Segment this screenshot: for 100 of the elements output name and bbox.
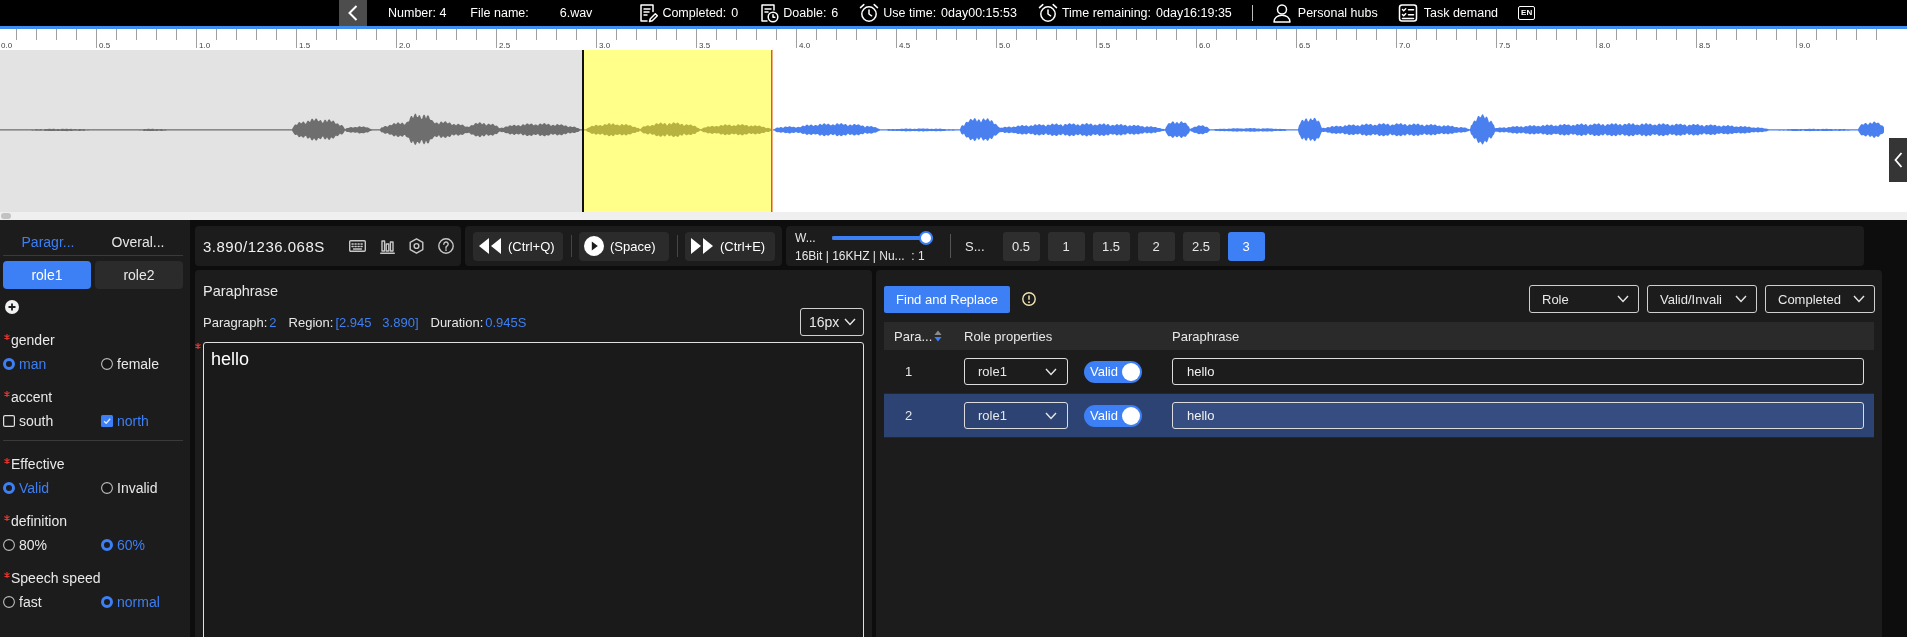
role-button[interactable]: role2 bbox=[95, 261, 183, 289]
keyboard-icon[interactable] bbox=[349, 240, 366, 252]
info-icon[interactable] bbox=[1022, 292, 1036, 306]
back-button[interactable] bbox=[339, 0, 367, 26]
chevron-left-icon bbox=[348, 5, 358, 21]
paraphrase-input[interactable]: hello bbox=[1172, 402, 1864, 429]
option-label[interactable]: 80% bbox=[3, 537, 48, 553]
speed-button[interactable]: 2 bbox=[1137, 231, 1175, 261]
stat-label: Time remaining: bbox=[1061, 6, 1152, 20]
fast-forward-icon bbox=[690, 237, 714, 255]
radio-button[interactable] bbox=[101, 358, 113, 370]
info-label: Paragraph: bbox=[203, 314, 268, 330]
document-pencil-icon bbox=[638, 3, 659, 23]
font-size-dropdown[interactable]: 16px bbox=[800, 308, 864, 336]
option-label[interactable]: Invalid bbox=[101, 480, 158, 496]
find-replace-button[interactable]: Find and Replace bbox=[884, 285, 1010, 313]
column-header[interactable]: Role properties bbox=[964, 328, 1053, 344]
horizontal-scrollbar[interactable] bbox=[0, 212, 1907, 220]
audio-info-text: 16Bit | 16KHZ | Nu... : 1 bbox=[795, 248, 926, 263]
chevron-left-icon bbox=[1893, 152, 1903, 168]
role-dropdown[interactable]: role1 bbox=[964, 402, 1068, 429]
speed-button[interactable]: 0.5 bbox=[1002, 231, 1040, 261]
speed-button[interactable]: 2.5 bbox=[1182, 231, 1220, 261]
option-label[interactable]: Valid bbox=[3, 480, 50, 496]
table-row[interactable]: 2 role1 Valid hello bbox=[884, 394, 1874, 438]
radio-button[interactable] bbox=[101, 482, 113, 494]
stat-label: Use time: bbox=[883, 6, 937, 20]
info-value: 0.945S bbox=[485, 314, 527, 330]
chevron-down-icon bbox=[1045, 367, 1057, 376]
option-label[interactable]: female bbox=[101, 356, 160, 372]
ruler-label: 2.0 bbox=[399, 41, 411, 50]
ruler-label: 8.5 bbox=[1699, 41, 1711, 50]
paragraph-number: 1 bbox=[905, 364, 913, 379]
option-label[interactable]: fast bbox=[3, 594, 42, 610]
chevron-down-icon bbox=[1045, 411, 1057, 420]
language-button[interactable]: EN bbox=[1518, 6, 1536, 20]
radio-button[interactable] bbox=[101, 596, 113, 608]
column-header[interactable]: Para... bbox=[894, 328, 933, 344]
ruler-label: 7.5 bbox=[1499, 41, 1511, 50]
filter-dropdown[interactable]: Valid/Invali bbox=[1647, 285, 1757, 313]
slider-thumb[interactable] bbox=[919, 230, 933, 245]
column-header[interactable]: Paraphrase bbox=[1172, 328, 1240, 344]
region-start-line[interactable] bbox=[582, 50, 584, 212]
radio-button[interactable] bbox=[3, 596, 15, 608]
checkbox[interactable] bbox=[101, 415, 113, 427]
valid-toggle[interactable]: Valid bbox=[1084, 404, 1142, 427]
ruler-label: 3.5 bbox=[699, 41, 711, 50]
ruler-label: 0.5 bbox=[99, 41, 111, 50]
collapse-button[interactable] bbox=[1889, 138, 1907, 182]
role-dropdown[interactable]: role1 bbox=[964, 358, 1068, 385]
field-label: accent bbox=[11, 388, 53, 407]
add-icon[interactable] bbox=[5, 300, 19, 314]
ruler-label: 4.5 bbox=[899, 41, 911, 50]
info-label: Region: bbox=[288, 314, 334, 330]
chevron-down-icon bbox=[844, 318, 856, 326]
filter-dropdown[interactable]: Role bbox=[1529, 285, 1639, 313]
settings-icon[interactable] bbox=[409, 238, 424, 254]
valid-toggle[interactable]: Valid bbox=[1084, 360, 1142, 383]
play-button[interactable]: (Space) bbox=[579, 231, 669, 261]
radio-button[interactable] bbox=[3, 482, 15, 494]
person-icon bbox=[1271, 3, 1292, 23]
bar-chart-icon[interactable] bbox=[380, 238, 395, 254]
ruler-label: 1.5 bbox=[299, 41, 311, 50]
slider-label: W... bbox=[795, 230, 817, 245]
option-label[interactable]: north bbox=[101, 413, 149, 429]
sort-icon[interactable] bbox=[934, 330, 943, 342]
scrollbar-thumb[interactable] bbox=[1, 213, 11, 219]
checkbox[interactable] bbox=[3, 415, 15, 427]
radio-button[interactable] bbox=[3, 539, 15, 551]
stat-value: 0 bbox=[731, 6, 739, 20]
speed-button[interactable]: 1.5 bbox=[1092, 231, 1130, 261]
field-label: Speech speed bbox=[11, 569, 101, 588]
speed-button[interactable]: 3 bbox=[1227, 231, 1265, 261]
stat-label: Completed: bbox=[662, 6, 727, 20]
info-value: 2 bbox=[269, 314, 277, 330]
rewind-button[interactable]: (Ctrl+Q) bbox=[473, 231, 563, 261]
text-area[interactable]: hello bbox=[203, 342, 864, 637]
task-link[interactable]: Task demand bbox=[1397, 3, 1499, 23]
option-label[interactable]: 60% bbox=[101, 537, 146, 553]
paraphrase-input[interactable]: hello bbox=[1172, 358, 1864, 385]
panel-tab[interactable]: Paragr... bbox=[3, 229, 93, 255]
role-button[interactable]: role1 bbox=[3, 261, 91, 289]
fast-forward-button[interactable]: (Ctrl+E) bbox=[685, 231, 775, 261]
panel-tab[interactable]: Overal... bbox=[93, 229, 183, 255]
radio-button[interactable] bbox=[101, 539, 113, 551]
profile-link[interactable]: Personal hubs bbox=[1271, 3, 1378, 23]
option-label[interactable]: man bbox=[3, 356, 47, 372]
ruler-label: 8.0 bbox=[1599, 41, 1611, 50]
chevron-down-icon bbox=[1853, 295, 1865, 303]
option-label[interactable]: south bbox=[3, 413, 54, 429]
info-value: [2.945 3.890] bbox=[335, 314, 419, 330]
speed-button[interactable]: 1 bbox=[1047, 231, 1085, 261]
filter-dropdown[interactable]: Completed bbox=[1765, 285, 1875, 313]
rewind-icon bbox=[478, 237, 502, 255]
chevron-down-icon bbox=[1735, 295, 1747, 303]
radio-button[interactable] bbox=[3, 358, 15, 370]
checklist-icon bbox=[1397, 3, 1418, 23]
help-icon[interactable] bbox=[438, 238, 454, 254]
option-label[interactable]: normal bbox=[101, 594, 160, 610]
number-text: Number: 4 bbox=[388, 6, 447, 20]
